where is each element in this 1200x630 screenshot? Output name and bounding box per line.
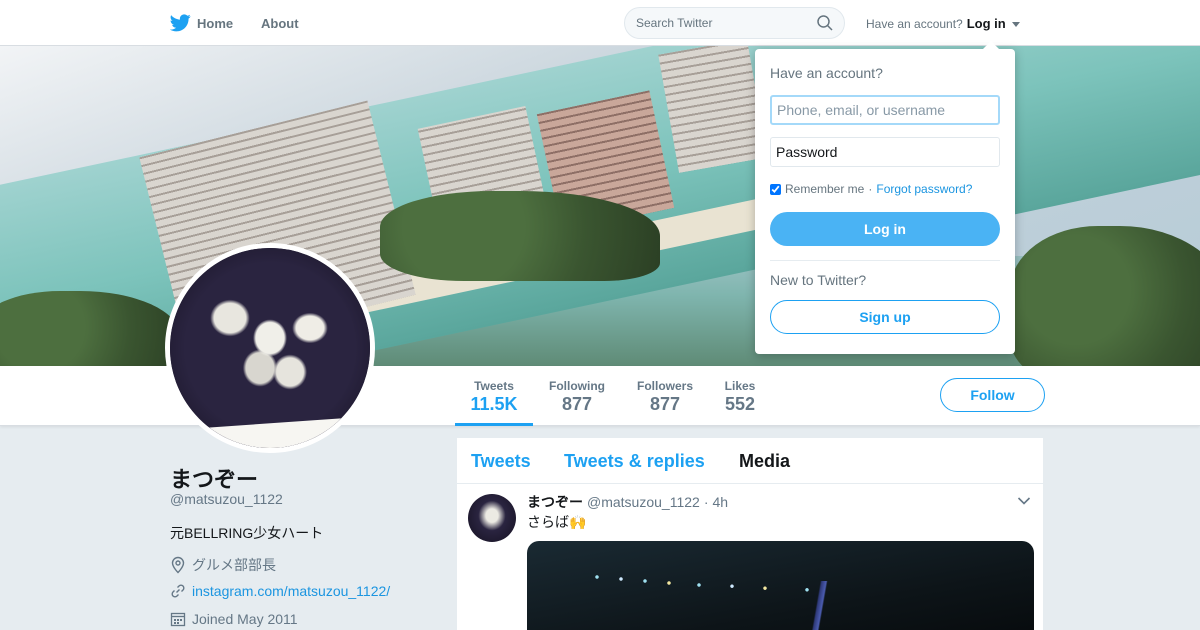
login-dropdown: Have an account? Remember me · Forgot pa… xyxy=(755,41,1015,354)
tab-media[interactable]: Media xyxy=(739,451,790,472)
twitter-bird-icon xyxy=(170,14,191,32)
chevron-down-icon[interactable] xyxy=(1017,496,1031,506)
caret-down-icon xyxy=(1011,22,1020,27)
signup-button[interactable]: Sign up xyxy=(770,300,1000,334)
new-to-twitter-text: New to Twitter? xyxy=(770,272,867,288)
location-text: グルメ部部長 xyxy=(192,557,276,573)
tab-tweets[interactable]: Tweets xyxy=(471,451,531,472)
username-field[interactable] xyxy=(770,95,1000,125)
banner-trees xyxy=(380,191,660,281)
stat-followers[interactable]: Followers 877 xyxy=(630,366,700,426)
joined-text: Joined May 2011 xyxy=(192,611,298,627)
stat-value: 877 xyxy=(561,394,593,414)
tweet-media-image[interactable] xyxy=(527,541,1034,630)
stat-value: 877 xyxy=(649,394,681,414)
timeline-tabs: Tweets Tweets & replies Media xyxy=(457,438,1043,484)
tweet[interactable]: まつぞー @matsuzou_1122 · 4h さらば🙌 xyxy=(457,484,1043,630)
login-link[interactable]: Log in xyxy=(967,16,1006,31)
profile-bio: 元BELLRING少女ハート xyxy=(170,525,324,541)
forgot-password-link[interactable]: Forgot password? xyxy=(876,182,972,196)
password-field[interactable] xyxy=(770,137,1000,167)
remember-checkbox[interactable] xyxy=(770,183,781,195)
nav-home-link[interactable]: Home xyxy=(170,12,233,34)
stat-label: Following xyxy=(549,379,605,393)
stat-value: 552 xyxy=(724,394,756,414)
top-navigation: Home About Have an account? Log in xyxy=(0,0,1200,46)
nav-home-label: Home xyxy=(197,15,234,31)
profile-handle[interactable]: @matsuzou_1122 xyxy=(170,491,283,507)
stat-tweets[interactable]: Tweets 11.5K xyxy=(455,366,533,426)
tweet-text: さらば🙌 xyxy=(527,514,587,530)
stat-label: Tweets xyxy=(474,379,514,393)
stat-label: Likes xyxy=(724,379,756,393)
have-account-text: Have an account? xyxy=(866,16,963,31)
search-icon[interactable] xyxy=(817,15,833,31)
dropdown-title: Have an account? xyxy=(770,65,883,81)
banner-trees xyxy=(1010,226,1200,366)
dropdown-arrow xyxy=(983,41,999,49)
location-pin-icon xyxy=(171,556,185,574)
follow-button[interactable]: Follow xyxy=(940,378,1045,412)
login-button[interactable]: Log in xyxy=(770,212,1000,246)
remember-separator: · xyxy=(868,182,873,196)
remember-row: Remember me · Forgot password? xyxy=(770,182,972,196)
login-toggle[interactable]: Have an account? Log in xyxy=(866,16,1020,31)
tweet-header: まつぞー @matsuzou_1122 · 4h xyxy=(527,492,728,512)
remember-label: Remember me xyxy=(785,182,865,196)
stat-following[interactable]: Following 877 xyxy=(543,366,611,426)
link-icon xyxy=(171,584,185,598)
tweet-avatar[interactable] xyxy=(468,494,516,542)
tweet-author-name[interactable]: まつぞー xyxy=(527,492,583,512)
profile-name: まつぞー xyxy=(170,467,259,492)
stat-likes[interactable]: Likes 552 xyxy=(718,366,762,426)
stat-label: Followers xyxy=(636,379,693,393)
stat-value: 11.5K xyxy=(470,394,518,414)
media-airplane-wing xyxy=(787,581,847,630)
tweet-author-handle[interactable]: @matsuzou_1122 xyxy=(587,494,700,510)
tweet-timestamp[interactable]: 4h xyxy=(712,494,728,510)
profile-avatar[interactable] xyxy=(165,243,375,453)
nav-about-link[interactable]: About xyxy=(261,16,299,31)
timeline: Tweets Tweets & replies Media まつぞー @mats… xyxy=(456,437,1044,630)
search-input[interactable] xyxy=(636,8,816,38)
search-box xyxy=(624,7,845,39)
profile-url: instagram.com/matsuzou_1122/ xyxy=(170,583,390,599)
dropdown-divider xyxy=(770,260,1000,261)
profile-joined: Joined May 2011 xyxy=(170,611,298,627)
profile-location: グルメ部部長 xyxy=(170,555,276,575)
tweet-separator: · xyxy=(703,494,709,510)
tab-tweets-replies[interactable]: Tweets & replies xyxy=(564,451,705,472)
calendar-icon xyxy=(170,612,186,627)
profile-url-link[interactable]: instagram.com/matsuzou_1122/ xyxy=(192,583,390,599)
